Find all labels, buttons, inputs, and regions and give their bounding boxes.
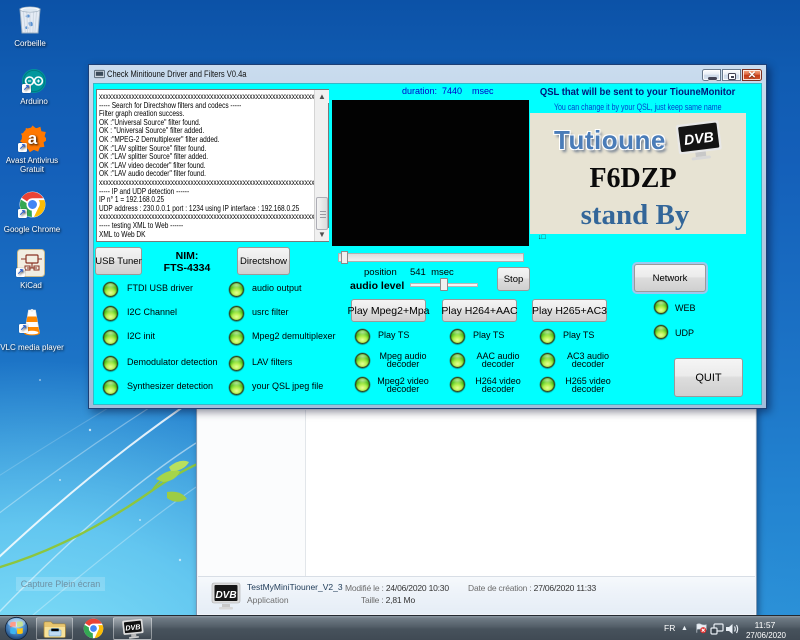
svg-text:DVB: DVB bbox=[215, 590, 236, 601]
svg-text:DVB: DVB bbox=[125, 622, 141, 633]
svg-text:a: a bbox=[27, 129, 37, 148]
